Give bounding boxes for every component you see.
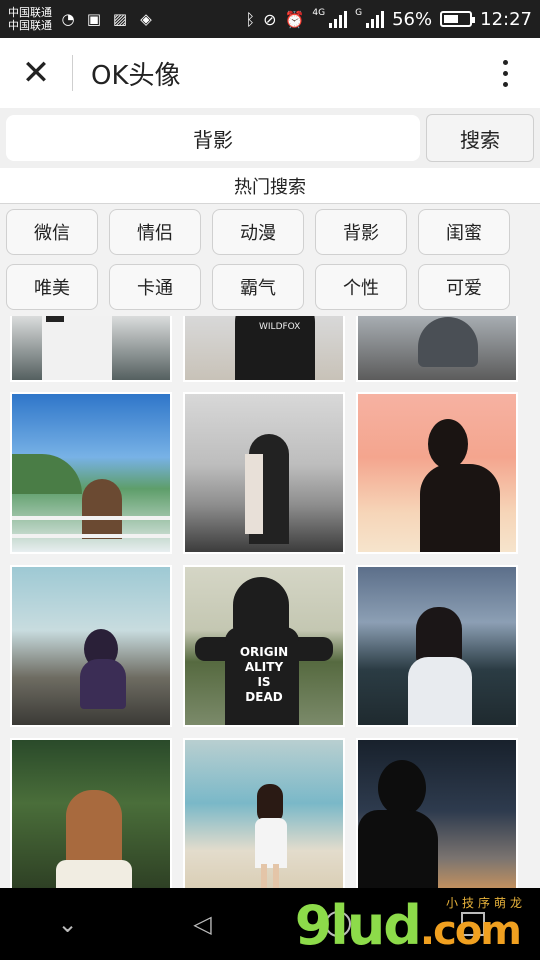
carrier-info: 中国联通 中国联通 — [8, 6, 52, 32]
tag-weimei[interactable]: 唯美 — [6, 264, 98, 310]
watermark-text: 9lud — [294, 894, 422, 957]
shirt-print-text: ORIGIN ALITY IS DEAD — [239, 645, 289, 704]
status-bar: 中国联通 中国联通 ◔ ▣ ▨ ◈ ᛒ ⊘ ⏰ 4G G 56% 12:27 — [0, 0, 540, 38]
watermark-subtext: 小技序萌龙 — [445, 896, 526, 910]
tag-guimi[interactable]: 闺蜜 — [418, 209, 510, 255]
hot-search-tags: 微信 情侣 动漫 背影 闺蜜 唯美 卡通 霸气 个性 可爱 — [0, 204, 540, 316]
tag-keai[interactable]: 可爱 — [418, 264, 510, 310]
close-icon: ✕ — [21, 53, 51, 93]
app-bar-divider — [72, 55, 73, 91]
status-indicators: ᛒ ⊘ ⏰ 4G G 56% 12:27 — [245, 8, 532, 30]
search-bar: 搜索 — [0, 108, 540, 168]
avatar-thumbnail[interactable] — [10, 565, 172, 727]
mute-icon: ⊘ — [263, 9, 277, 29]
qq-icon: ◔ — [61, 10, 75, 28]
network-type-label: 4G — [312, 8, 326, 18]
more-vertical-icon-dot — [502, 81, 508, 87]
avatar-thumbnail[interactable] — [356, 565, 518, 727]
search-button[interactable]: 搜索 — [426, 114, 534, 162]
lock-icon: ▣ — [86, 10, 102, 28]
carrier-2: 中国联通 — [8, 19, 52, 32]
avatar-thumbnail[interactable] — [183, 738, 345, 888]
avatar-thumbnail[interactable]: WILDFOX — [183, 316, 345, 382]
avatar-thumbnail[interactable] — [356, 392, 518, 554]
tag-baqi[interactable]: 霸气 — [212, 264, 304, 310]
notification-icons: ◔ ▣ ▨ ◈ — [58, 9, 156, 29]
hide-nav-button[interactable]: ⌄ — [23, 910, 113, 938]
search-input[interactable] — [6, 115, 420, 161]
avatar-thumbnail[interactable] — [183, 392, 345, 554]
signal-icon — [329, 10, 348, 28]
image-icon: ▨ — [112, 10, 128, 28]
avatar-thumbnail[interactable] — [10, 316, 172, 382]
avatar-grid: WILDFOX ORIGIN ALITY IS DEAD — [0, 316, 540, 888]
tag-weixin[interactable]: 微信 — [6, 209, 98, 255]
back-icon: ◁ — [193, 910, 212, 938]
avatar-thumbnail[interactable] — [10, 738, 172, 888]
watermark-suffix: .com — [419, 908, 522, 954]
avatar-thumbnail[interactable] — [356, 738, 518, 888]
clock: 12:27 — [480, 8, 532, 30]
signal-icon-2 — [366, 10, 385, 28]
tag-dongman[interactable]: 动漫 — [212, 209, 304, 255]
tag-katong[interactable]: 卡通 — [109, 264, 201, 310]
page-title: OK头像 — [91, 60, 181, 91]
shirt-print-text: WILDFOX — [259, 322, 301, 332]
carrier-1: 中国联通 — [8, 6, 52, 19]
avatar-thumbnail[interactable]: ORIGIN ALITY IS DEAD — [183, 565, 345, 727]
bluetooth-icon: ᛒ — [245, 9, 256, 29]
shield-icon: ◈ — [140, 10, 152, 28]
avatar-thumbnail[interactable] — [10, 392, 172, 554]
hot-search-title: 热门搜索 — [0, 168, 540, 204]
watermark: 9lud.com 小技序萌龙 — [294, 894, 522, 957]
chevron-down-icon: ⌄ — [57, 910, 78, 938]
tag-qinglv[interactable]: 情侣 — [109, 209, 201, 255]
network-type-label-2: G — [355, 8, 363, 18]
app-bar: ✕ OK头像 — [0, 38, 540, 108]
more-menu-button[interactable] — [470, 38, 540, 108]
more-vertical-icon — [502, 59, 508, 65]
alarm-icon: ⏰ — [284, 9, 305, 29]
tag-gexing[interactable]: 个性 — [315, 264, 407, 310]
back-button[interactable]: ◁ — [158, 910, 248, 938]
more-vertical-icon-dot — [502, 70, 508, 76]
avatar-thumbnail[interactable] — [356, 316, 518, 382]
tag-beiying[interactable]: 背影 — [315, 209, 407, 255]
close-button[interactable]: ✕ — [0, 38, 72, 108]
battery-icon — [440, 11, 476, 27]
battery-percent: 56% — [392, 8, 433, 30]
